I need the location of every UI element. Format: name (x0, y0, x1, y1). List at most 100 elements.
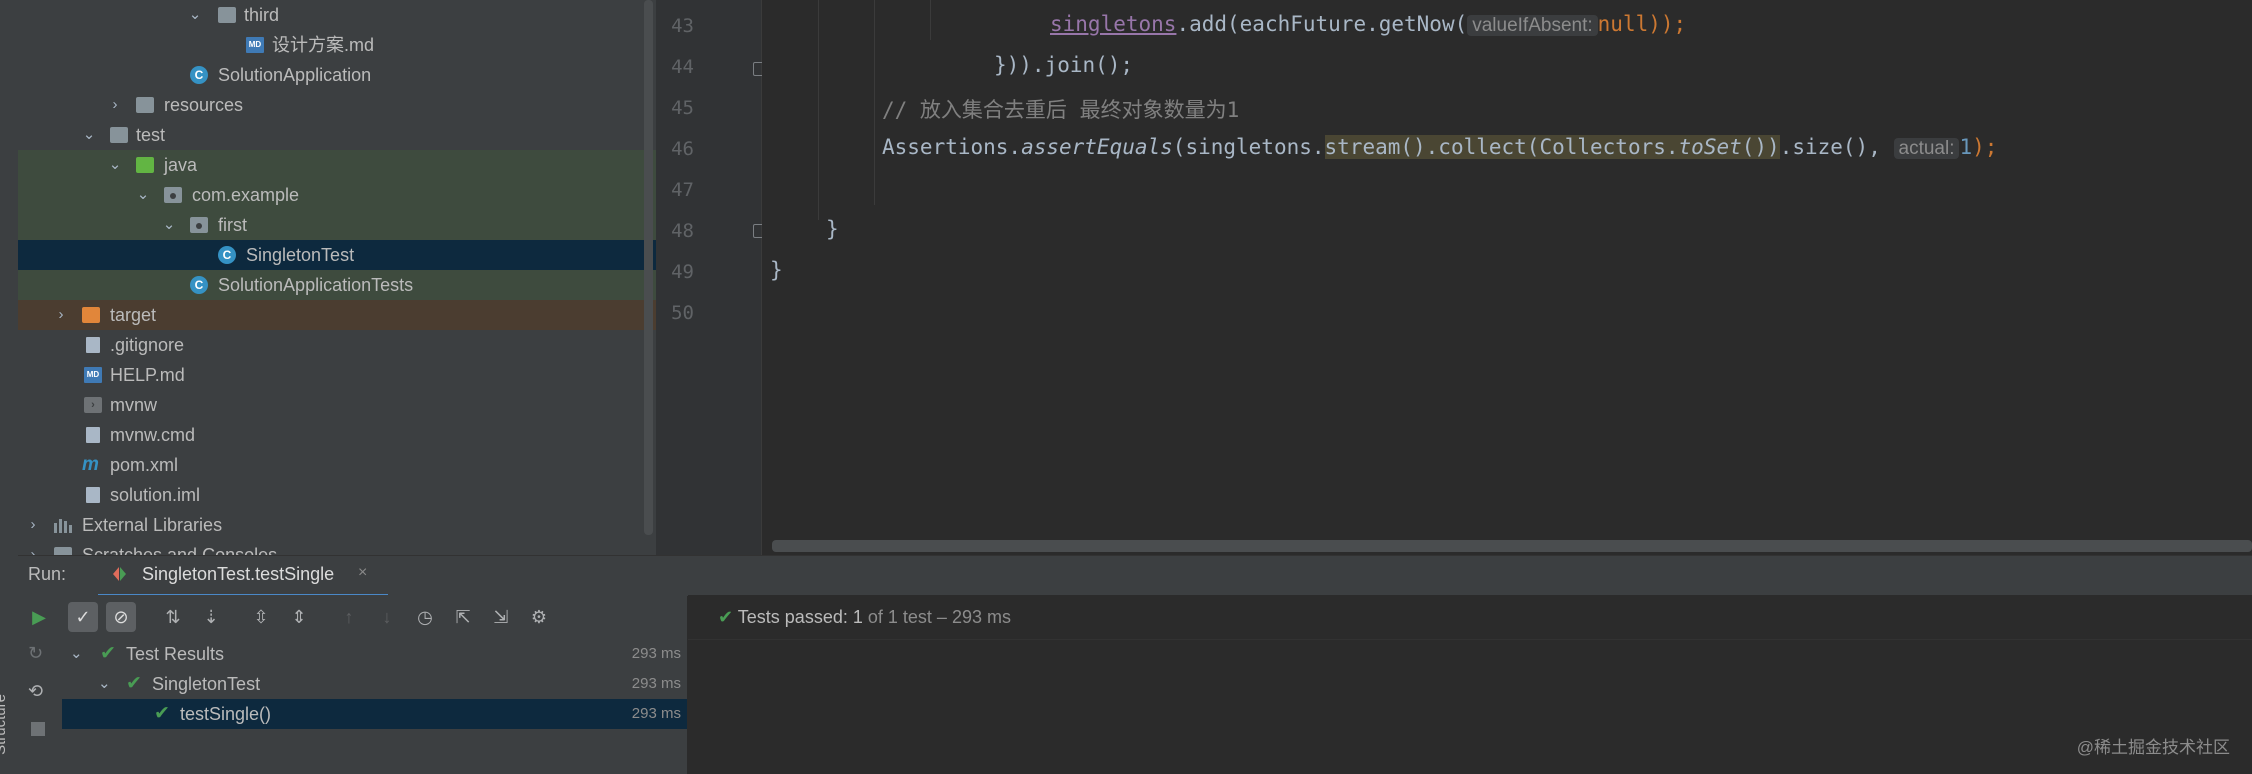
code-line-44: })).join(); (994, 53, 1134, 77)
project-scrollbar[interactable] (644, 0, 653, 535)
tree-item-mvnw-cmd[interactable]: mvnw.cmd (18, 420, 656, 450)
structure-tool-tab[interactable]: Structure (0, 680, 18, 774)
show-ignored-icon[interactable]: ⊘ (106, 602, 136, 632)
test-class-icon: C (218, 246, 236, 264)
markdown-file-icon: MD (246, 37, 264, 53)
chevron-down-icon[interactable]: ⌄ (98, 669, 111, 699)
test-output-console[interactable]: ✔ Tests passed: 1 of 1 test – 293 ms @稀土… (688, 595, 2252, 774)
tree-item-mvnw[interactable]: › mvnw (18, 390, 656, 420)
tree-item-third[interactable]: ⌄ third (18, 0, 656, 30)
test-results-root[interactable]: ⌄ ✔ Test Results 293 ms (62, 639, 687, 669)
tree-item-label: 设计方案.md (272, 35, 375, 55)
chevron-down-icon[interactable]: ⌄ (82, 120, 96, 150)
tree-item-first[interactable]: ⌄ first (18, 210, 656, 240)
left-tool-strip (0, 0, 19, 774)
tree-item-label: third (244, 5, 280, 25)
test-node-label: testSingle() (180, 704, 272, 724)
test-node-label: SingletonTest (152, 674, 261, 694)
sort-by-duration-icon[interactable]: ⇣ (196, 602, 226, 632)
show-passed-icon[interactable]: ✓ (68, 602, 98, 632)
tree-item-resources[interactable]: › resources (18, 90, 656, 120)
test-history-icon[interactable]: ◷ (410, 602, 440, 632)
test-source-folder-icon (136, 157, 154, 173)
parameter-hint: actual: (1893, 138, 1960, 159)
import-tests-icon[interactable]: ⇱ (448, 602, 478, 632)
settings-icon[interactable]: ⚙ (524, 602, 554, 632)
toggle-auto-test-icon[interactable]: ⟲ (28, 681, 43, 702)
tree-item-label: com.example (192, 185, 300, 205)
folder-icon (218, 7, 236, 23)
tree-item-gitignore[interactable]: .gitignore (18, 330, 656, 360)
passed-check-icon: ✔ (100, 643, 116, 664)
tree-item-label: SolutionApplication (218, 65, 372, 85)
tree-item-pom-xml[interactable]: m pom.xml (18, 450, 656, 480)
tree-item-label: SingletonTest (246, 245, 355, 265)
test-method-node[interactable]: ✔ testSingle() 293 ms (62, 699, 687, 729)
tree-item-singleton-test[interactable]: C SingletonTest (18, 240, 656, 270)
passed-check-icon: ✔ (718, 607, 734, 627)
tree-item-label: test (136, 125, 166, 145)
run-tab-singleton-test[interactable]: SingletonTest.testSingle × (98, 556, 388, 597)
markdown-file-icon: MD (84, 367, 102, 383)
line-number: 50 (671, 302, 694, 324)
editor-gutter: 43 44 45 46 47 48 49 50 (656, 0, 767, 555)
expand-all-icon[interactable]: ⇳ (246, 602, 276, 632)
run-tab-label: SingletonTest.testSingle (142, 564, 335, 584)
tree-item-java[interactable]: ⌄ java (18, 150, 656, 180)
rerun-failed-icon[interactable]: ↻ (28, 643, 43, 664)
tree-item-target[interactable]: › target (18, 300, 656, 330)
tree-item-design-md[interactable]: MD 设计方案.md (18, 30, 656, 60)
scratches-icon (54, 547, 72, 555)
tree-item-label: java (164, 155, 198, 175)
libraries-icon (54, 517, 72, 533)
editor-horizontal-scrollbar[interactable] (772, 540, 2252, 552)
chevron-right-icon[interactable]: › (26, 540, 40, 555)
tree-item-help-md[interactable]: MD HELP.md (18, 360, 656, 390)
test-duration: 293 ms (631, 675, 681, 692)
sort-alphabetically-icon[interactable]: ⇅ (158, 602, 188, 632)
tree-item-label: pom.xml (110, 455, 179, 475)
chevron-down-icon[interactable]: ⌄ (188, 0, 202, 30)
run-config-icon (113, 567, 126, 581)
code-line-45: // 放入集合去重后 最终对象数量为1 (882, 98, 1240, 122)
text-file-icon (86, 427, 100, 443)
export-tests-icon[interactable]: ⇲ (486, 602, 516, 632)
watermark: @稀土掘金技术社区 (2076, 738, 2230, 757)
parameter-hint: valueIfAbsent: (1467, 15, 1598, 36)
tree-item-scratches[interactable]: › Scratches and Consoles (18, 540, 656, 555)
chevron-down-icon[interactable]: ⌄ (136, 180, 150, 210)
previous-failed-icon[interactable]: ↑ (334, 602, 364, 632)
code-line-43: singletons.add(eachFuture.getNow(valueIf… (1050, 12, 1687, 36)
tree-item-test[interactable]: ⌄ test (18, 120, 656, 150)
chevron-down-icon[interactable]: ⌄ (108, 150, 122, 180)
chevron-right-icon[interactable]: › (26, 510, 40, 540)
close-icon[interactable]: × (358, 564, 367, 582)
test-class-node[interactable]: ⌄ ✔ SingletonTest 293 ms (62, 669, 687, 699)
test-duration: 293 ms (631, 705, 681, 722)
rerun-icon[interactable]: ▶ (24, 602, 54, 632)
tree-item-label: External Libraries (82, 515, 223, 535)
chevron-right-icon[interactable]: › (108, 90, 122, 120)
chevron-down-icon[interactable]: ⌄ (70, 639, 83, 669)
code-editor[interactable]: singletons.add(eachFuture.getNow(valueIf… (762, 0, 2252, 540)
tree-item-solution-application[interactable]: C SolutionApplication (18, 60, 656, 90)
tests-status-line: ✔ Tests passed: 1 of 1 test – 293 ms (718, 607, 1011, 628)
tree-item-solution-application-tests[interactable]: C SolutionApplicationTests (18, 270, 656, 300)
line-number: 47 (671, 179, 694, 201)
next-failed-icon[interactable]: ↓ (372, 602, 402, 632)
tree-item-solution-iml[interactable]: solution.iml (18, 480, 656, 510)
resources-folder-icon (136, 97, 154, 113)
chevron-right-icon[interactable]: › (54, 300, 68, 330)
tree-item-label: mvnw.cmd (110, 425, 196, 445)
structure-tab-label: Structure (0, 694, 9, 755)
run-tool-window-header: Run: SingletonTest.testSingle × (18, 555, 2252, 597)
terminal-file-icon: › (84, 397, 102, 413)
collapse-all-icon[interactable]: ⇕ (284, 602, 314, 632)
stop-icon[interactable] (31, 722, 45, 736)
test-node-label: Test Results (126, 644, 225, 664)
tree-item-label: .gitignore (110, 335, 185, 355)
tree-item-com-example[interactable]: ⌄ com.example (18, 180, 656, 210)
tree-item-external-libraries[interactable]: › External Libraries (18, 510, 656, 540)
chevron-down-icon[interactable]: ⌄ (162, 210, 176, 240)
test-results-tree: ⌄ ✔ Test Results 293 ms ⌄ ✔ SingletonTes… (62, 639, 687, 774)
